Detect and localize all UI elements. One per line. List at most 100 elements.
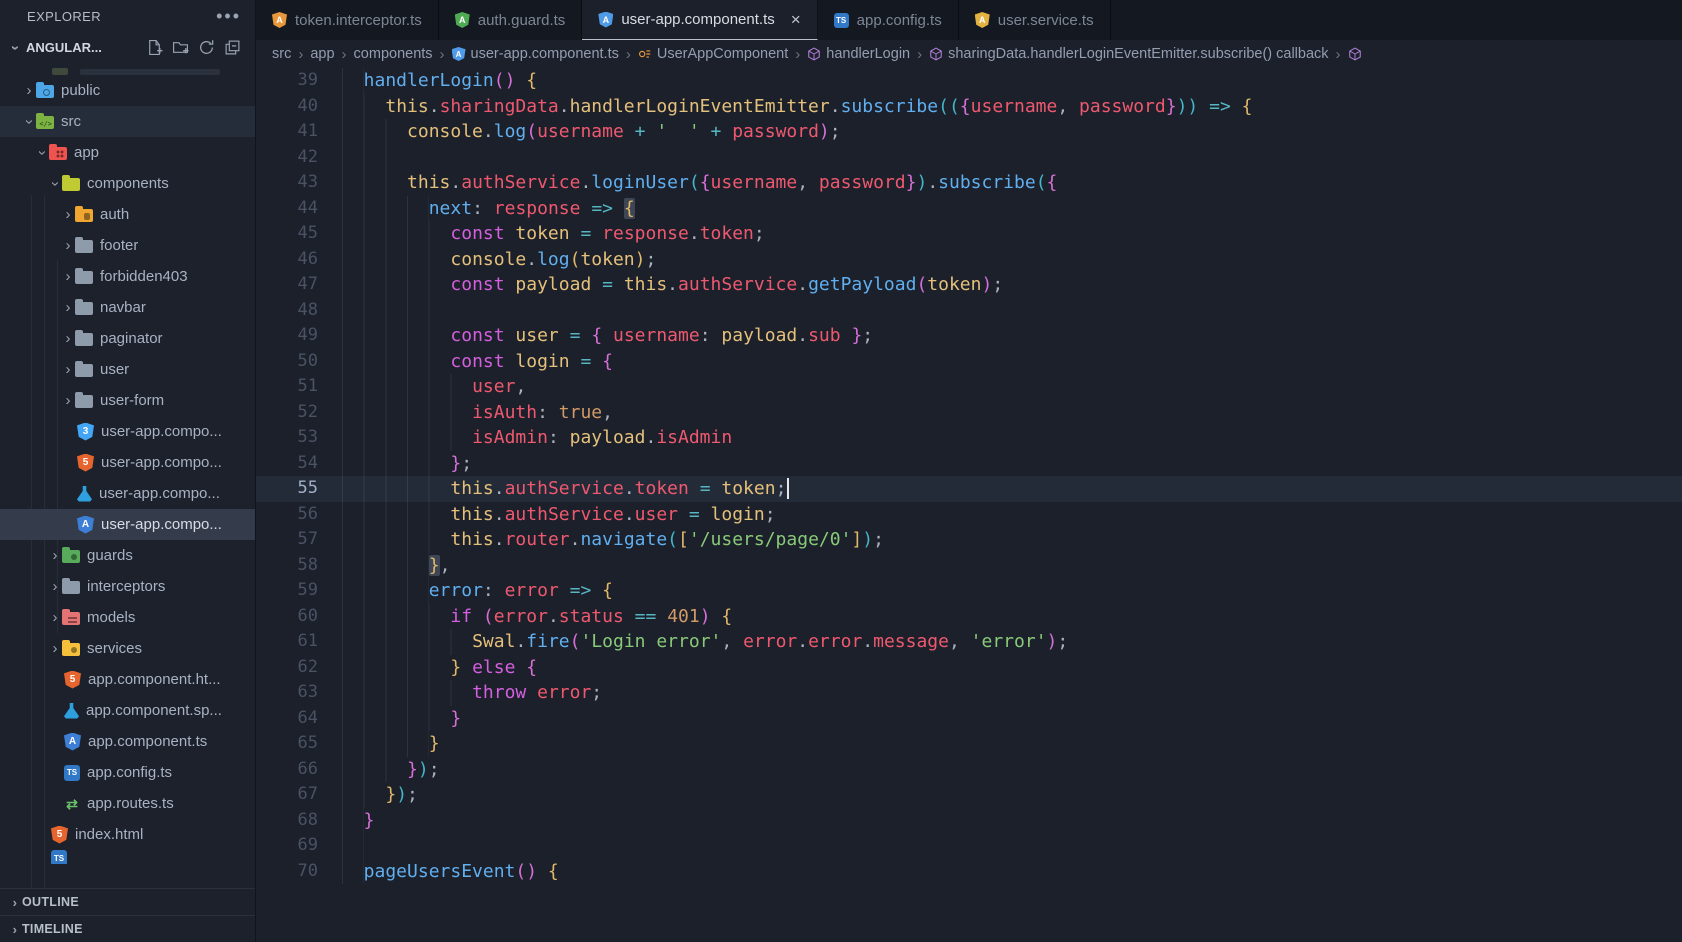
- tree-item-models[interactable]: › models: [0, 602, 255, 633]
- code-line-46[interactable]: 46 console.log(token);: [256, 246, 1682, 273]
- line-number[interactable]: 61: [256, 629, 318, 655]
- code-line-43[interactable]: 43 this.authService.loginUser({username, …: [256, 170, 1682, 196]
- code-line-62[interactable]: 62} else {: [256, 654, 1682, 681]
- line-number[interactable]: 42: [256, 145, 318, 171]
- outline-section-header[interactable]: › OUTLINE: [0, 888, 255, 915]
- tree-item-auth[interactable]: › auth: [0, 199, 255, 230]
- line-number[interactable]: 70: [256, 859, 318, 885]
- line-number[interactable]: 55: [256, 476, 318, 502]
- code-line-40[interactable]: 40 this.sharingData.handlerLoginEventEmit…: [256, 93, 1682, 120]
- code-line-52[interactable]: 52 isAuth: true,: [256, 399, 1682, 426]
- tree-item-user[interactable]: › user: [0, 354, 255, 385]
- code-line-54[interactable]: 54};: [256, 450, 1682, 477]
- tab-app.config.ts[interactable]: TS app.config.ts: [818, 0, 959, 40]
- tab-auth.guard.ts[interactable]: Aauth.guard.ts: [439, 0, 583, 40]
- code-line-70[interactable]: 70 pageUsersEvent() {: [256, 858, 1682, 885]
- collapse-all-icon[interactable]: [224, 39, 241, 56]
- code-line-57[interactable]: 57 this.router.navigate(['/users/page/0']…: [256, 527, 1682, 553]
- tree-item-app[interactable]: › app: [0, 137, 255, 168]
- code-line-49[interactable]: 49 const user = { username: payload.sub }…: [256, 323, 1682, 349]
- line-number[interactable]: 49: [256, 323, 318, 349]
- line-number[interactable]: 66: [256, 757, 318, 783]
- line-number[interactable]: 60: [256, 604, 318, 630]
- code-line-69[interactable]: 69: [256, 833, 1682, 859]
- tree-item-user-app.compo...[interactable]: 3 user-app.compo...: [0, 416, 255, 447]
- tab-user.service.ts[interactable]: Auser.service.ts: [959, 0, 1111, 40]
- tree-item-src[interactable]: › </> src: [0, 106, 255, 137]
- new-file-icon[interactable]: [146, 39, 163, 56]
- breadcrumb-item-partial[interactable]: [1348, 47, 1367, 61]
- refresh-icon[interactable]: [198, 39, 215, 56]
- breadcrumb-item-user-app.component.ts[interactable]: Auser-app.component.ts: [451, 46, 619, 62]
- code-line-47[interactable]: 47 const payload = this.authService.getPa…: [256, 272, 1682, 298]
- tree-item-app.component.ts[interactable]: Aapp.component.ts: [0, 726, 255, 757]
- tree-item-paginator[interactable]: › paginator: [0, 323, 255, 354]
- code-line-65[interactable]: 65}: [256, 731, 1682, 757]
- tree-item-user-app.compo...[interactable]: Auser-app.compo...: [0, 509, 255, 540]
- tree-item-forbidden403[interactable]: › forbidden403: [0, 261, 255, 292]
- code-line-44[interactable]: 44 next: response => {: [256, 195, 1682, 221]
- new-folder-icon[interactable]: [172, 39, 189, 56]
- line-number[interactable]: 41: [256, 119, 318, 145]
- line-number[interactable]: 62: [256, 655, 318, 681]
- tab-token.interceptor.ts[interactable]: Atoken.interceptor.ts: [256, 0, 439, 40]
- code-line-45[interactable]: 45 const token = response.token;: [256, 221, 1682, 247]
- tree-item-navbar[interactable]: › navbar: [0, 292, 255, 323]
- code-line-42[interactable]: 42: [256, 144, 1682, 171]
- line-number[interactable]: 57: [256, 527, 318, 553]
- line-number[interactable]: 52: [256, 400, 318, 426]
- code-line-39[interactable]: 39 handlerLogin() {: [256, 68, 1682, 94]
- line-number[interactable]: 59: [256, 578, 318, 604]
- code-line-67[interactable]: 67});: [256, 782, 1682, 808]
- more-actions-icon[interactable]: •••: [216, 7, 241, 25]
- line-number[interactable]: 43: [256, 170, 318, 196]
- line-number[interactable]: 56: [256, 502, 318, 528]
- line-number[interactable]: 68: [256, 808, 318, 834]
- line-number[interactable]: 47: [256, 272, 318, 298]
- code-line-64[interactable]: 64}: [256, 705, 1682, 732]
- line-number[interactable]: 67: [256, 782, 318, 808]
- tree-item-user-app.compo...[interactable]: 5 user-app.compo...: [0, 447, 255, 478]
- breadcrumb-item-handlerLogin[interactable]: handlerLogin: [807, 46, 910, 62]
- line-number[interactable]: 39: [256, 68, 318, 94]
- code-line-66[interactable]: 66});: [256, 756, 1682, 783]
- breadcrumb-item-components[interactable]: components: [354, 46, 433, 62]
- line-number[interactable]: 65: [256, 731, 318, 757]
- tree-item-partial[interactable]: TS: [0, 850, 255, 864]
- line-number[interactable]: 45: [256, 221, 318, 247]
- code-line-48[interactable]: 48: [256, 297, 1682, 324]
- timeline-section-header[interactable]: › TIMELINE: [0, 915, 255, 942]
- tree-item-app.config.ts[interactable]: TS app.config.ts: [0, 757, 255, 788]
- tree-item-footer[interactable]: › footer: [0, 230, 255, 261]
- code-line-68[interactable]: 68}: [256, 807, 1682, 834]
- tree-item-user-app.compo...[interactable]: user-app.compo...: [0, 478, 255, 509]
- line-number[interactable]: 63: [256, 680, 318, 706]
- close-icon[interactable]: ×: [791, 11, 801, 28]
- line-number[interactable]: 64: [256, 706, 318, 732]
- code-line-56[interactable]: 56 this.authService.user = login;: [256, 501, 1682, 528]
- line-number[interactable]: 48: [256, 298, 318, 324]
- line-number[interactable]: 50: [256, 349, 318, 375]
- code-line-50[interactable]: 50 const login = {: [256, 348, 1682, 375]
- tree-item-services[interactable]: › services: [0, 633, 255, 664]
- breadcrumb-item-sharingData.handlerLoginEventEmitter.subscribe() callback[interactable]: sharingData.handlerLoginEventEmitter.sub…: [929, 46, 1329, 62]
- line-number[interactable]: 40: [256, 94, 318, 120]
- line-number[interactable]: 53: [256, 425, 318, 451]
- breadcrumb-item-src[interactable]: src: [272, 46, 291, 62]
- tree-item-interceptors[interactable]: › interceptors: [0, 571, 255, 602]
- code-line-60[interactable]: 60 if (error.status == 401) {: [256, 603, 1682, 630]
- code-line-63[interactable]: 63 throw error;: [256, 680, 1682, 706]
- tree-item-public[interactable]: › public: [0, 75, 255, 106]
- line-number[interactable]: 46: [256, 247, 318, 273]
- project-section-header[interactable]: › ANGULAR...: [0, 32, 255, 62]
- line-number[interactable]: 51: [256, 374, 318, 400]
- code-line-61[interactable]: 61 Swal.fire('Login error', error.error.m…: [256, 629, 1682, 655]
- code-line-59[interactable]: 59 error: error => {: [256, 578, 1682, 604]
- tree-item-user-form[interactable]: › user-form: [0, 385, 255, 416]
- tree-item-app.component.sp...[interactable]: app.component.sp...: [0, 695, 255, 726]
- line-number[interactable]: 58: [256, 553, 318, 579]
- code-editor[interactable]: 39 handlerLogin() {40 this.sharingData.han…: [256, 68, 1682, 942]
- breadcrumb-item-UserAppComponent[interactable]: UserAppComponent: [638, 46, 788, 62]
- line-number[interactable]: 54: [256, 451, 318, 477]
- tree-item-app.routes.ts[interactable]: ⇄ app.routes.ts: [0, 788, 255, 819]
